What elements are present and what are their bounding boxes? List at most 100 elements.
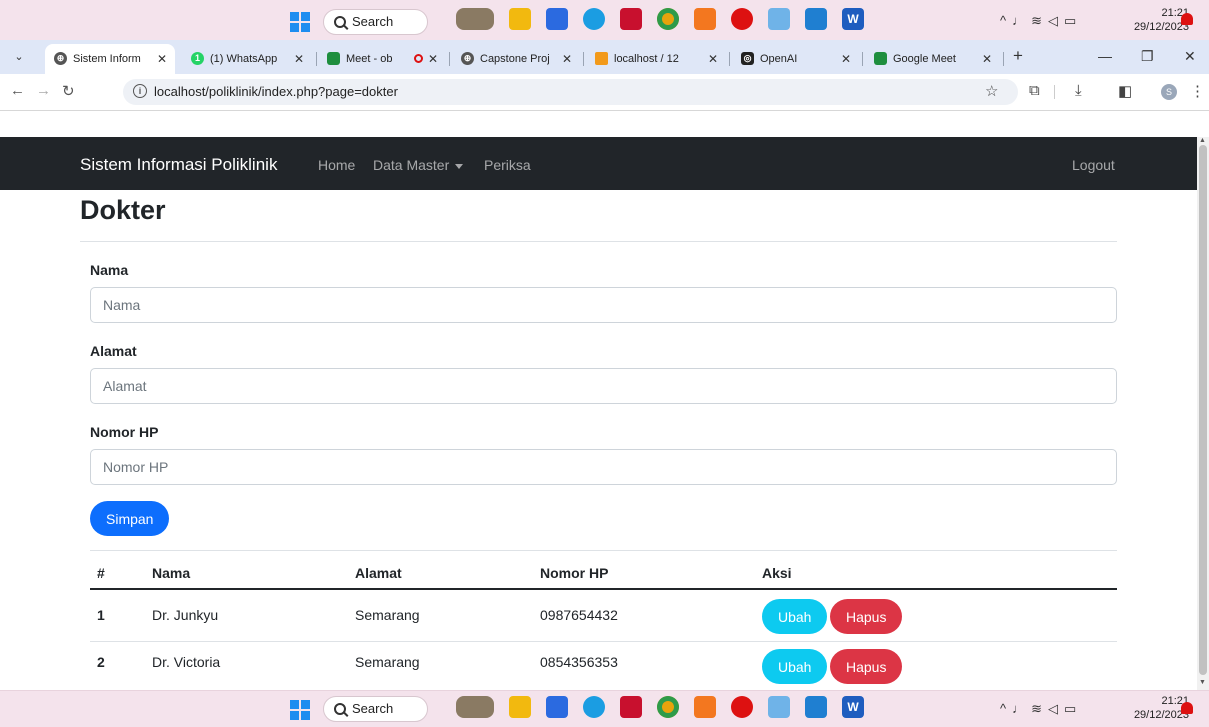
tab-separator — [862, 52, 863, 66]
tab-meet-ob[interactable]: Meet - ob ✕ — [318, 44, 446, 74]
close-tab-icon[interactable]: ✕ — [982, 44, 992, 74]
mcafee-icon[interactable] — [620, 696, 642, 718]
vscode-icon[interactable] — [805, 696, 827, 718]
logout-link[interactable]: Logout — [1072, 157, 1115, 173]
system-tray[interactable]: ^♩≋◁▭ — [1000, 701, 1082, 717]
store-icon[interactable] — [546, 8, 568, 30]
xampp-icon[interactable] — [694, 696, 716, 718]
obs-icon[interactable] — [731, 8, 753, 30]
clock-time: 21:21 — [1161, 7, 1189, 19]
chrome-icon[interactable] — [657, 696, 679, 718]
th-nomor-hp: Nomor HP — [540, 565, 609, 581]
hapus-button[interactable]: Hapus — [830, 599, 903, 634]
word-icon[interactable]: W — [842, 696, 864, 718]
photos-icon[interactable] — [768, 696, 790, 718]
photos-icon[interactable] — [768, 8, 790, 30]
reload-icon[interactable]: ↻ — [62, 82, 75, 100]
nav-data-master-dropdown[interactable]: Data Master — [373, 157, 464, 173]
tab-title: Meet - ob — [346, 53, 393, 65]
tab-separator — [449, 52, 450, 66]
vscode-icon[interactable] — [805, 8, 827, 30]
tab-sistem-informasi[interactable]: ⊕ Sistem Inform ✕ — [45, 44, 175, 74]
profile-avatar[interactable]: S — [1161, 84, 1177, 100]
scroll-up-icon[interactable]: ▲ — [1199, 137, 1206, 144]
notification-bell-icon[interactable] — [1181, 702, 1193, 714]
system-tray[interactable]: ^♩≋◁▭ — [1000, 13, 1082, 29]
file-explorer-icon[interactable] — [509, 8, 531, 30]
tab-title: (1) WhatsApp — [210, 53, 278, 65]
store-icon[interactable] — [546, 696, 568, 718]
close-tab-icon[interactable]: ✕ — [708, 44, 718, 74]
close-tab-icon[interactable]: ✕ — [841, 44, 851, 74]
tab-phpmyadmin[interactable]: localhost / 12 ✕ — [586, 44, 726, 74]
download-icon[interactable]: ⤓ — [1075, 82, 1082, 99]
close-tab-icon[interactable]: ✕ — [157, 44, 167, 74]
close-tab-icon[interactable]: ✕ — [294, 44, 304, 74]
windows-start-icon[interactable] — [290, 700, 310, 720]
taskbar-clock[interactable]: 21:21 29/12/2023 — [1125, 6, 1189, 34]
minimize-icon[interactable]: — — [1098, 48, 1112, 64]
nav-home[interactable]: Home — [318, 157, 355, 173]
page-scrollbar[interactable]: ▲ ▼ — [1197, 137, 1209, 690]
edge-icon[interactable] — [583, 8, 605, 30]
ubah-button[interactable]: Ubah — [762, 649, 828, 684]
photo-app-icon[interactable] — [456, 696, 494, 718]
obs-icon[interactable] — [731, 696, 753, 718]
tab-whatsapp[interactable]: 1 (1) WhatsApp ✕ — [182, 44, 312, 74]
photo-app-icon[interactable] — [456, 8, 494, 30]
new-tab-button[interactable]: + — [1013, 46, 1023, 66]
scroll-down-icon[interactable]: ▼ — [1199, 679, 1206, 686]
taskbar-search[interactable]: Search — [323, 696, 428, 722]
tab-google-meet[interactable]: Google Meet ✕ — [865, 44, 1000, 74]
word-icon[interactable]: W — [842, 8, 864, 30]
toolbar-divider — [1054, 85, 1055, 99]
th-number: # — [97, 565, 105, 581]
caret-down-icon — [455, 163, 464, 169]
chevron-up-icon[interactable]: ^ — [1000, 701, 1012, 716]
alamat-input[interactable] — [90, 368, 1117, 404]
tab-separator — [583, 52, 584, 66]
file-explorer-icon[interactable] — [509, 696, 531, 718]
close-tab-icon[interactable]: ✕ — [428, 44, 438, 74]
address-bar[interactable]: i localhost/poliklinik/index.php?page=do… — [123, 79, 1018, 105]
restore-icon[interactable]: ❐ — [1141, 48, 1154, 65]
tab-separator — [1003, 52, 1004, 66]
chevron-up-icon[interactable]: ^ — [1000, 13, 1012, 28]
windows-start-icon[interactable] — [290, 12, 310, 32]
google-meet-icon — [874, 52, 887, 65]
chrome-icon[interactable] — [657, 8, 679, 30]
scrollbar-thumb[interactable] — [1199, 145, 1207, 675]
tab-search-chevron-icon[interactable]: ⌄ — [10, 48, 28, 66]
notification-bell-icon[interactable] — [1181, 13, 1193, 25]
tab-title: Google Meet — [893, 53, 956, 65]
nomor-hp-input[interactable] — [90, 449, 1117, 485]
side-panel-icon[interactable]: ◧ — [1118, 82, 1132, 100]
wifi-icon: ≋ — [1031, 701, 1049, 716]
chrome-menu-icon[interactable]: ⋮ — [1190, 82, 1205, 100]
taskbar-clock[interactable]: 21:21 29/12/2023 — [1125, 694, 1189, 722]
hapus-button[interactable]: Hapus — [830, 649, 903, 684]
close-window-icon[interactable]: ✕ — [1184, 48, 1196, 65]
mcafee-icon[interactable] — [620, 8, 642, 30]
search-icon — [334, 16, 346, 28]
close-tab-icon[interactable]: ✕ — [562, 44, 572, 74]
tab-openai[interactable]: ◎ OpenAI ✕ — [732, 44, 859, 74]
nama-input[interactable] — [90, 287, 1117, 323]
clock-time: 21:21 — [1161, 695, 1189, 707]
site-info-icon[interactable]: i — [133, 84, 147, 98]
nav-periksa[interactable]: Periksa — [484, 157, 531, 173]
xampp-icon[interactable] — [694, 8, 716, 30]
tab-separator — [729, 52, 730, 66]
extensions-icon[interactable]: ⧉ — [1029, 82, 1040, 99]
back-icon[interactable]: ← — [10, 82, 25, 99]
url-text[interactable]: localhost/poliklinik/index.php?page=dokt… — [154, 84, 398, 99]
bookmark-star-icon[interactable]: ☆ — [985, 82, 998, 100]
tab-title: Capstone Proj — [480, 53, 550, 65]
edge-icon[interactable] — [583, 696, 605, 718]
taskbar-search[interactable]: Search — [323, 9, 428, 35]
forward-icon[interactable]: → — [36, 82, 51, 99]
navbar-brand[interactable]: Sistem Informasi Poliklinik — [80, 155, 277, 175]
simpan-button[interactable]: Simpan — [90, 501, 170, 536]
tab-capstone[interactable]: ⊕ Capstone Proj ✕ — [452, 44, 580, 74]
ubah-button[interactable]: Ubah — [762, 599, 828, 634]
